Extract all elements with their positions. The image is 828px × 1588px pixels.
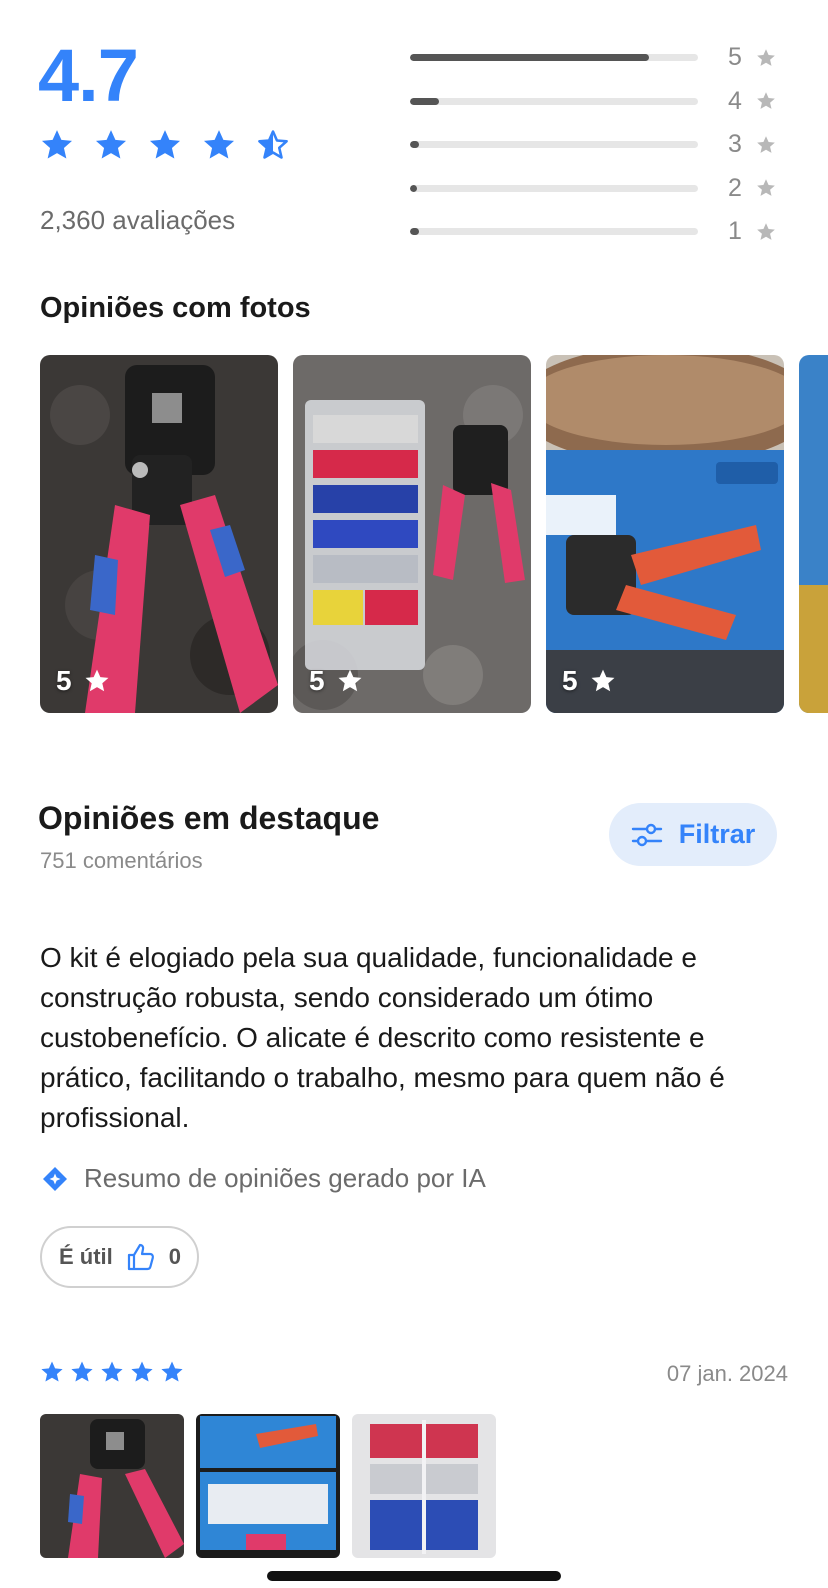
star-icon (757, 49, 775, 66)
filter-sliders-icon (631, 823, 662, 846)
star-icon (41, 1361, 63, 1382)
kit-box-and-plier-photo (293, 355, 531, 713)
distribution-label: 1 (728, 217, 742, 246)
comments-count: 751 comentários (40, 848, 203, 873)
crimping-plier-photo (40, 355, 278, 713)
star-icon (338, 669, 362, 692)
star-icon (757, 223, 775, 240)
review-thumbnail[interactable] (40, 1414, 184, 1558)
filter-button-label: Filtrar (678, 819, 756, 849)
ai-summary-text: O kit é elogiado pela sua qualidade, fun… (40, 942, 725, 1133)
distribution-row-4[interactable]: 4 (410, 80, 790, 124)
rating-summary: 4.7 2,360 avaliações 5 4 3 2 1 (0, 0, 828, 250)
distribution-fill (410, 54, 650, 62)
distribution-bar (410, 97, 698, 105)
distribution-fill (410, 141, 419, 149)
ai-sparkle-icon (43, 1166, 67, 1191)
star-icon (131, 1361, 153, 1382)
photo-rating-badge: 5 (56, 665, 110, 697)
photo-rating-badge: 5 (309, 665, 363, 697)
total-reviews-count: 2,360 avaliações (40, 205, 236, 235)
filter-button[interactable]: Filtrar (609, 803, 777, 866)
photo-rating-badge: 5 (562, 665, 616, 697)
review-photo-card[interactable]: 5 (40, 355, 278, 713)
partial-photo (799, 355, 828, 713)
plier-thumbnail (40, 1414, 184, 1558)
highlights-title: Opiniões em destaque (38, 800, 380, 836)
distribution-fill (410, 184, 418, 192)
review-date: 07 jan. 2024 (666, 1361, 788, 1386)
distribution-label: 3 (728, 130, 742, 159)
photo-rating-value: 5 (56, 665, 72, 696)
distribution-fill (410, 228, 419, 236)
distribution-label: 5 (728, 43, 742, 72)
ai-summary-note-label: Resumo de opiniões gerado por IA (84, 1163, 486, 1193)
distribution-bar (410, 141, 698, 149)
review-rating-stars (40, 1360, 184, 1384)
star-icon (149, 130, 181, 159)
star-icon (203, 130, 235, 159)
star-icon (85, 669, 109, 692)
star-icon (757, 92, 775, 110)
review-photo-card[interactable]: 5 (293, 355, 531, 713)
distribution-row-1[interactable]: 1 (410, 210, 790, 254)
distribution-bar (410, 228, 698, 236)
review-thumbnail[interactable] (196, 1414, 340, 1558)
star-icon (757, 136, 775, 153)
distribution-bar (410, 184, 698, 192)
review-thumbnail[interactable] (352, 1414, 496, 1558)
star-icon (71, 1361, 93, 1382)
review-thumbnails (40, 1414, 496, 1558)
useful-count: 0 (168, 1244, 182, 1269)
useful-button[interactable]: É útil 0 (40, 1226, 199, 1288)
distribution-label: 2 (728, 173, 742, 202)
photo-rating-value: 5 (309, 665, 325, 696)
review-photo-card[interactable] (799, 355, 828, 713)
half-star-icon (257, 130, 288, 159)
rating-distribution: 5 4 3 2 1 (410, 36, 790, 254)
distribution-row-3[interactable]: 3 (410, 123, 790, 167)
product-package-photo (546, 355, 784, 713)
ai-summary-note: Resumo de opiniões gerado por IA (40, 1163, 486, 1194)
distribution-row-5[interactable]: 5 (410, 36, 790, 80)
average-stars (40, 128, 290, 162)
thumbs-up-icon (127, 1243, 154, 1271)
photos-section-title: Opiniões com fotos (40, 292, 311, 324)
star-icon (591, 669, 615, 692)
star-icon (757, 179, 775, 197)
terminals-thumbnail (352, 1414, 496, 1558)
photos-carousel[interactable]: 5 5 5 (40, 355, 828, 715)
distribution-label: 4 (728, 86, 742, 115)
star-icon (95, 130, 127, 159)
review-photo-card[interactable]: 5 (546, 355, 784, 713)
photo-rating-value: 5 (562, 665, 578, 696)
star-icon (161, 1361, 183, 1382)
star-icon (41, 130, 73, 159)
box-thumbnail (196, 1414, 340, 1558)
useful-button-label: É útil (59, 1244, 113, 1269)
star-icon (101, 1361, 123, 1382)
average-score: 4.7 (38, 34, 139, 117)
distribution-fill (410, 97, 439, 105)
distribution-row-2[interactable]: 2 (410, 167, 790, 211)
distribution-bar (410, 54, 698, 62)
home-indicator[interactable] (267, 1571, 561, 1581)
